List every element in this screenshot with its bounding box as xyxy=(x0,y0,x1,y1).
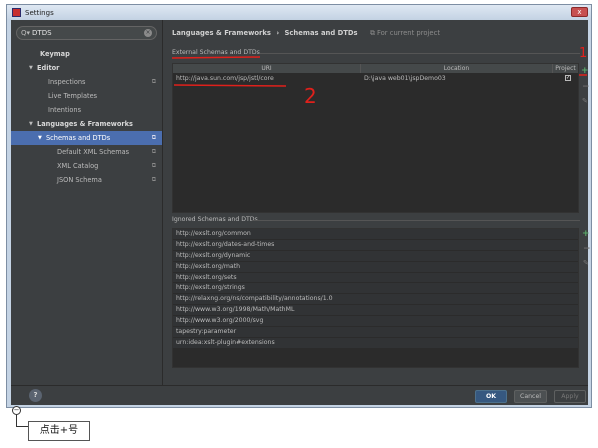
ignored-schemas-label: Ignored Schemas and DTDs xyxy=(172,216,258,223)
sidebar-item-label: JSON Schema xyxy=(57,176,102,184)
expand-arrow-icon[interactable]: ▼ xyxy=(29,121,37,127)
search-icon[interactable]: Q▾ xyxy=(21,29,30,37)
list-item[interactable]: http://exslt.org/dynamic xyxy=(173,250,578,262)
sidebar-item-schemas-dtds[interactable]: ▼ Schemas and DTDs ⧉ xyxy=(11,131,162,145)
sidebar-item-xml-catalog[interactable]: XML Catalog ⧉ xyxy=(11,159,162,173)
project-scope-icon: ⧉ xyxy=(151,176,156,183)
expand-arrow-icon[interactable]: ▼ xyxy=(29,65,37,71)
sidebar-item-default-xml-schemas[interactable]: Default XML Schemas ⧉ xyxy=(11,145,162,159)
list-item[interactable]: http://exslt.org/strings xyxy=(173,283,578,295)
list-item[interactable]: tapestry:parameter xyxy=(173,327,578,338)
sidebar-item-label: XML Catalog xyxy=(57,162,99,170)
sidebar-item-label: Languages & Frameworks xyxy=(37,120,133,128)
section-divider xyxy=(252,220,580,221)
main-panel: Languages & Frameworks › Schemas and DTD… xyxy=(164,20,591,385)
help-button[interactable]: ? xyxy=(29,389,42,402)
underline-section-mark xyxy=(171,56,261,59)
cancel-button[interactable]: Cancel xyxy=(514,390,547,403)
add-ignored-button[interactable]: + xyxy=(582,229,590,239)
project-scope-icon: ⧉ xyxy=(151,162,156,169)
sidebar-item-inspections[interactable]: Inspections ⧉ xyxy=(11,75,162,89)
callout-collapse-icon[interactable]: − xyxy=(12,406,21,415)
sidebar-item-label: Inspections xyxy=(48,78,86,86)
sidebar-item-label: Live Templates xyxy=(48,92,98,100)
ignored-schemas-list[interactable]: http://exslt.org/common http://exslt.org… xyxy=(172,228,579,368)
sidebar-item-intentions[interactable]: Intentions xyxy=(11,103,162,117)
project-scope-icon: ⧉ xyxy=(151,78,156,85)
sidebar-item-languages-frameworks[interactable]: ▼ Languages & Frameworks xyxy=(11,117,162,131)
edit-ignored-button[interactable]: ✎ xyxy=(583,259,589,267)
callout-connector xyxy=(16,415,28,427)
project-scope-icon: ⧉ xyxy=(151,134,156,141)
list-item[interactable]: http://www.w3.org/2000/svg xyxy=(173,316,578,328)
remove-ignored-button[interactable]: − xyxy=(583,244,591,254)
list-item[interactable]: http://www.w3.org/1998/Math/MathML xyxy=(173,305,578,317)
clear-search-icon[interactable]: × xyxy=(144,29,152,37)
annotation-number-2: 2 xyxy=(304,84,317,108)
settings-tree: Keymap ▼ Editor Inspections ⧉ Live Templ… xyxy=(11,47,162,187)
close-button[interactable]: x xyxy=(571,7,588,17)
window-title: Settings xyxy=(25,8,54,17)
list-item[interactable]: http://exslt.org/sets xyxy=(173,272,578,284)
app-icon xyxy=(12,8,21,17)
list-item[interactable]: http://exslt.org/dates-and-times xyxy=(173,239,578,251)
sidebar-item-editor[interactable]: ▼ Editor xyxy=(11,61,162,75)
search-box[interactable]: Q▾ × xyxy=(16,26,157,40)
search-input[interactable] xyxy=(32,29,144,37)
sidebar-item-keymap[interactable]: Keymap xyxy=(11,47,162,61)
annotation-number-1: 1 xyxy=(579,46,588,61)
sidebar: Q▾ × Keymap ▼ Editor Inspections ⧉ Live … xyxy=(11,20,163,385)
expand-arrow-icon[interactable]: ▼ xyxy=(38,135,46,141)
sidebar-item-live-templates[interactable]: Live Templates xyxy=(11,89,162,103)
title-bar: Settings x xyxy=(7,5,591,20)
red-annotation-marks xyxy=(171,56,587,87)
settings-window: Settings x Q▾ × Keymap ▼ Editor Inspecti… xyxy=(6,4,592,408)
list-item[interactable]: http://exslt.org/math xyxy=(173,261,578,273)
dialog-footer: ? OK Cancel Apply xyxy=(11,385,588,405)
sidebar-item-label: Keymap xyxy=(40,50,70,58)
sidebar-item-label: Editor xyxy=(37,64,60,72)
list-item[interactable]: http://exslt.org/common xyxy=(173,229,578,240)
callout-note: 点击+号 xyxy=(28,421,90,441)
apply-button[interactable]: Apply xyxy=(554,390,586,403)
sidebar-item-label: Default XML Schemas xyxy=(57,148,130,156)
project-scope-icon: ⧉ xyxy=(151,148,156,155)
ok-button[interactable]: OK xyxy=(475,390,507,403)
underline-uri-mark xyxy=(173,84,287,87)
dialog-body: Q▾ × Keymap ▼ Editor Inspections ⧉ Live … xyxy=(11,20,591,405)
sidebar-item-label: Schemas and DTDs xyxy=(46,134,111,142)
list-item[interactable]: http://relaxng.org/ns/compatibility/anno… xyxy=(173,294,578,306)
sidebar-item-label: Intentions xyxy=(48,106,82,114)
sidebar-item-json-schema[interactable]: JSON Schema ⧉ xyxy=(11,173,162,187)
list-item[interactable]: urn:idea:xslt-plugin#extensions xyxy=(173,337,578,349)
